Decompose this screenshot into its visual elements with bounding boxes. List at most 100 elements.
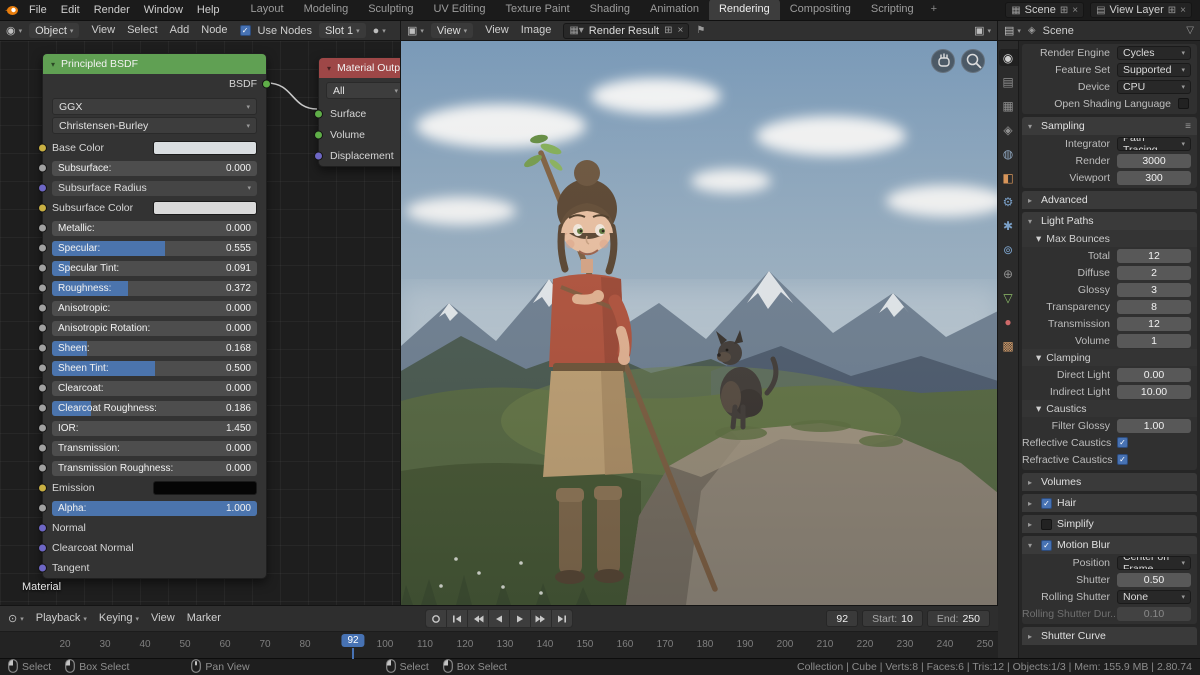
subsection-header-clamping[interactable]: ▾Clamping — [1022, 349, 1197, 366]
properties-tab-world[interactable]: ◍ — [999, 145, 1018, 162]
ior-socket[interactable] — [38, 424, 47, 433]
collapse-icon[interactable]: ▾ — [51, 60, 55, 69]
zoom-gizmo[interactable] — [961, 49, 985, 73]
panel-menu-icon[interactable]: ≡ — [1185, 121, 1191, 132]
transmission-slider[interactable]: Transmission:0.000 — [52, 441, 257, 456]
total-field[interactable]: 12 — [1117, 249, 1191, 263]
image-editor[interactable] — [401, 41, 998, 605]
section-header-motion-blur[interactable]: ▾✓Motion Blur — [1022, 536, 1197, 554]
material-output-node[interactable]: ▾ Material Output All▾ SurfaceVolumeDisp… — [318, 57, 401, 167]
image-editor-type-icon[interactable]: ▣▾ — [407, 24, 424, 37]
workspace-tab-compositing[interactable]: Compositing — [780, 0, 861, 20]
menu-file[interactable]: File — [22, 0, 54, 21]
metallic-slider[interactable]: Metallic:0.000 — [52, 221, 257, 236]
frame-start-field[interactable]: Start:10 — [862, 610, 923, 627]
checkbox[interactable]: ✓ — [1041, 498, 1052, 509]
rolling-shutter-dropdown[interactable]: None▾ — [1117, 590, 1191, 604]
sheen-tint-slider[interactable]: Sheen Tint:0.500 — [52, 361, 257, 376]
integrator-dropdown[interactable]: Path Tracing▾ — [1117, 137, 1191, 151]
workspace-tab-rendering[interactable]: Rendering — [709, 0, 780, 20]
jump-start-button[interactable] — [447, 610, 467, 627]
checkbox[interactable]: ✓ — [1117, 437, 1128, 448]
properties-tab-constraints[interactable]: ⊕ — [999, 265, 1018, 282]
shader-menu-view[interactable]: View — [86, 20, 120, 41]
subsurface-color-socket[interactable] — [38, 204, 47, 213]
device-dropdown[interactable]: CPU▾ — [1117, 80, 1191, 94]
display-channels-icon[interactable]: ▣▾ — [974, 24, 991, 37]
bsdf-node-header[interactable]: ▾ Principled BSDF — [43, 54, 266, 74]
alpha-socket[interactable] — [38, 504, 47, 513]
collapse-icon[interactable]: ▾ — [327, 64, 331, 73]
clearcoat-normal-socket[interactable] — [38, 544, 47, 553]
checkbox[interactable]: ✓ — [1117, 454, 1128, 465]
normal-socket[interactable] — [38, 524, 47, 533]
shutter-field[interactable]: 0.50 — [1117, 573, 1191, 587]
emission-swatch[interactable] — [153, 481, 257, 495]
clearcoat-roughness-slider[interactable]: Clearcoat Roughness:0.186 — [52, 401, 257, 416]
add-workspace-button[interactable]: + — [924, 0, 944, 20]
section-header-simplify[interactable]: ▸Simplify — [1022, 515, 1197, 533]
anisotropic-slider[interactable]: Anisotropic:0.000 — [52, 301, 257, 316]
bsdf-output-socket[interactable] — [262, 80, 271, 89]
displacement-socket[interactable] — [314, 151, 323, 160]
shader-mode-dropdown[interactable]: Object▾ — [29, 23, 79, 38]
render-field[interactable]: 3000 — [1117, 154, 1191, 168]
properties-tab-scene[interactable]: ◈ — [999, 121, 1018, 138]
sheen-slider[interactable]: Sheen:0.168 — [52, 341, 257, 356]
properties-tab-output[interactable]: ▤ — [999, 73, 1018, 90]
section-header-sampling[interactable]: ▾Sampling≡ — [1022, 117, 1197, 135]
feature-set-dropdown[interactable]: Supported▾ — [1117, 63, 1191, 77]
record-button[interactable] — [426, 610, 446, 627]
render-engine-dropdown[interactable]: Cycles▾ — [1117, 46, 1191, 60]
view-layer-selector[interactable]: ▤ View Layer ⊞ × — [1090, 2, 1192, 18]
checkbox[interactable]: ✓ — [1041, 540, 1052, 551]
tangent-socket[interactable] — [38, 564, 47, 573]
base-color-swatch[interactable] — [153, 141, 257, 155]
anisotropic-rotation-socket[interactable] — [38, 324, 47, 333]
properties-tab-material[interactable]: ● — [999, 313, 1018, 330]
output-node-header[interactable]: ▾ Material Output — [319, 58, 401, 78]
next-keyframe-button[interactable] — [531, 610, 551, 627]
alpha-slider[interactable]: Alpha:1.000 — [52, 501, 257, 516]
timeline-editor-type-icon[interactable]: ⊙▾ — [8, 612, 24, 625]
direct-light-field[interactable]: 0.00 — [1117, 368, 1191, 382]
transparency-field[interactable]: 8 — [1117, 300, 1191, 314]
jump-end-button[interactable] — [552, 610, 572, 627]
workspace-tab-modeling[interactable]: Modeling — [294, 0, 359, 20]
subsurface-radius-dropdown[interactable]: Subsurface Radius▾ — [52, 181, 257, 196]
filter-glossy-field[interactable]: 1.00 — [1117, 419, 1191, 433]
section-header-hair[interactable]: ▸✓Hair — [1022, 494, 1197, 512]
shader-menu-select[interactable]: Select — [122, 20, 163, 41]
emission-socket[interactable] — [38, 484, 47, 493]
image-datablock-selector[interactable]: ▦▾ Render Result ⊞ × — [563, 23, 689, 39]
volume-socket[interactable] — [314, 130, 323, 139]
workspace-tab-sculpting[interactable]: Sculpting — [358, 0, 423, 20]
section-header-volumes[interactable]: ▸Volumes — [1022, 473, 1197, 491]
subsurface-slider[interactable]: Subsurface:0.000 — [52, 161, 257, 176]
clearcoat-slider[interactable]: Clearcoat:0.000 — [52, 381, 257, 396]
transmission-roughness-socket[interactable] — [38, 464, 47, 473]
properties-tab-particles[interactable]: ✱ — [999, 217, 1018, 234]
pin-icon[interactable]: ⚑ — [696, 25, 705, 36]
play-button[interactable] — [510, 610, 530, 627]
shader-editor-type-icon[interactable]: ◉▾ — [6, 24, 22, 37]
menu-window[interactable]: Window — [137, 0, 190, 21]
section-header-advanced[interactable]: ▸Advanced — [1022, 191, 1197, 209]
anisotropic-rotation-slider[interactable]: Anisotropic Rotation:0.000 — [52, 321, 257, 336]
menu-edit[interactable]: Edit — [54, 0, 87, 21]
specular-slider[interactable]: Specular:0.555 — [52, 241, 257, 256]
new-view-layer-icon[interactable]: ⊞ — [1168, 5, 1176, 16]
surface-socket[interactable] — [314, 109, 323, 118]
timeline-menu-playback[interactable]: Playback▾ — [31, 608, 92, 630]
image-menu-image[interactable]: Image — [516, 20, 557, 41]
transmission-field[interactable]: 12 — [1117, 317, 1191, 331]
transmission-roughness-slider[interactable]: Transmission Roughness:0.000 — [52, 461, 257, 476]
material-preview-icon[interactable]: ●▾ — [373, 25, 386, 37]
roughness-socket[interactable] — [38, 284, 47, 293]
blender-logo-icon[interactable] — [0, 4, 22, 16]
rolling-shutter-dur-field[interactable]: 0.10 — [1117, 607, 1191, 621]
checkbox[interactable] — [1041, 519, 1052, 530]
menu-help[interactable]: Help — [190, 0, 227, 21]
playhead-line[interactable] — [352, 648, 354, 659]
play-reverse-button[interactable] — [489, 610, 509, 627]
